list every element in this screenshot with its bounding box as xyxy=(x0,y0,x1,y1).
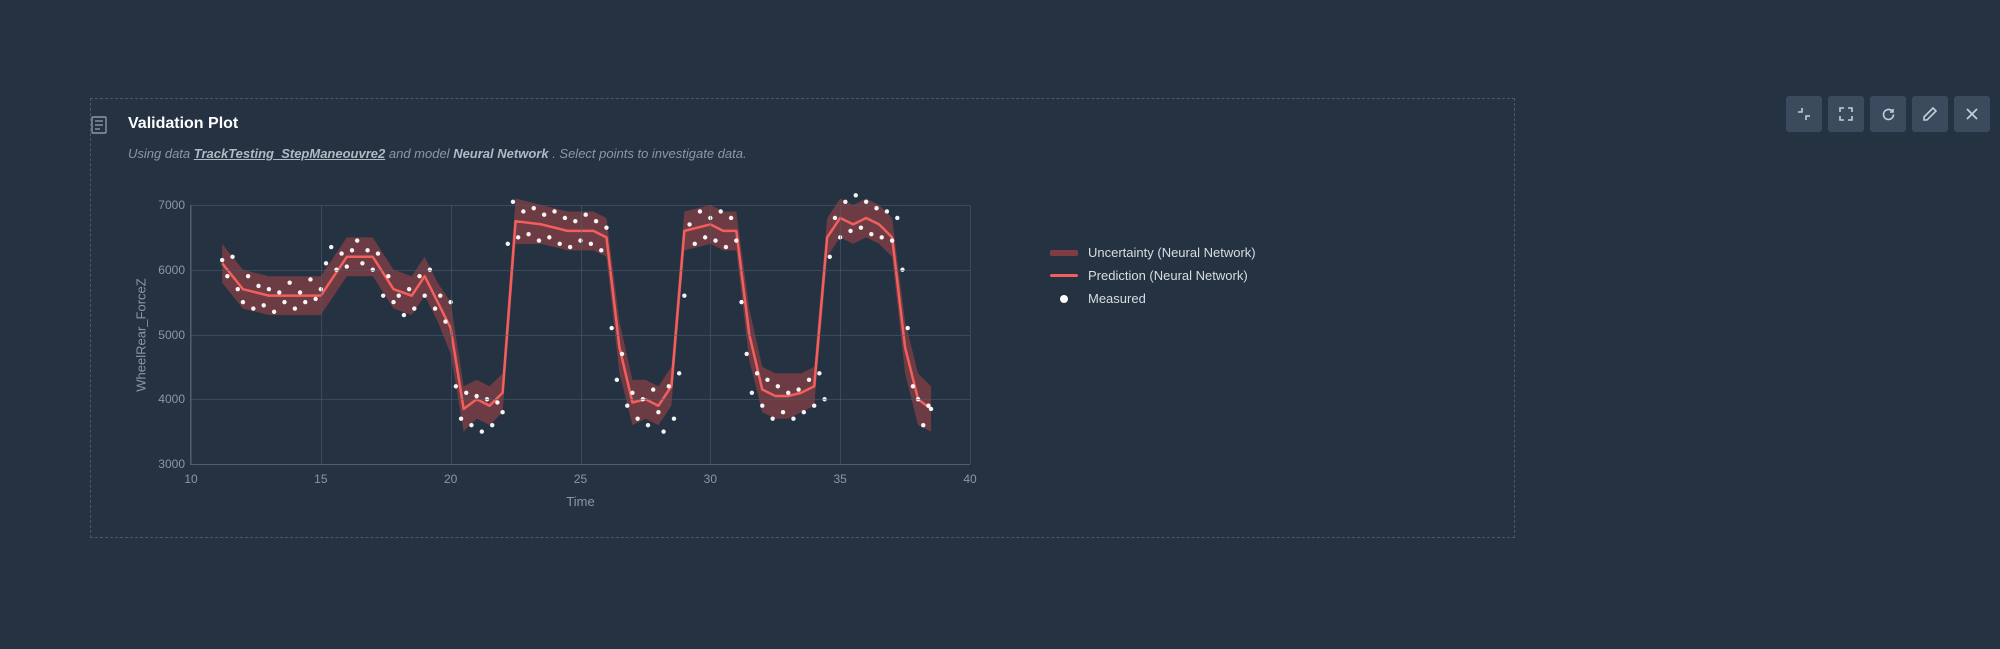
legend-prediction-label: Prediction (Neural Network) xyxy=(1088,268,1248,283)
swatch-line-icon xyxy=(1050,274,1078,277)
y-tick: 4000 xyxy=(158,392,185,406)
x-axis-label: Time xyxy=(566,494,594,509)
x-tick: 10 xyxy=(184,472,197,486)
refresh-button[interactable] xyxy=(1870,96,1906,132)
swatch-band-icon xyxy=(1050,250,1078,256)
y-axis-label: WheelRear_ForceZ xyxy=(134,278,149,391)
plot-area[interactable]: WheelRear_ForceZ Time 300040005000600070… xyxy=(190,205,970,465)
x-tick: 15 xyxy=(314,472,327,486)
shrink-button[interactable] xyxy=(1786,96,1822,132)
panel-toolbar xyxy=(1786,96,1990,132)
legend: Uncertainty (Neural Network) Prediction … xyxy=(1050,245,1256,306)
expand-button[interactable] xyxy=(1828,96,1864,132)
legend-uncertainty-label: Uncertainty (Neural Network) xyxy=(1088,245,1256,260)
legend-prediction: Prediction (Neural Network) xyxy=(1050,268,1256,283)
y-tick: 6000 xyxy=(158,263,185,277)
chart-svg xyxy=(191,205,491,355)
x-tick: 30 xyxy=(704,472,717,486)
chart[interactable]: WheelRear_ForceZ Time 3000 4000 5000 6000 70… xyxy=(130,175,1010,525)
y-tick: 3000 xyxy=(158,457,185,471)
swatch-dot-icon xyxy=(1060,295,1068,303)
x-tick: 20 xyxy=(444,472,457,486)
y-tick: 7000 xyxy=(158,198,185,212)
close-button[interactable] xyxy=(1954,96,1990,132)
x-tick: 40 xyxy=(963,472,976,486)
legend-uncertainty: Uncertainty (Neural Network) xyxy=(1050,245,1256,260)
x-tick: 35 xyxy=(833,472,846,486)
legend-measured-label: Measured xyxy=(1088,291,1146,306)
y-tick: 5000 xyxy=(158,328,185,342)
x-tick: 25 xyxy=(574,472,587,486)
edit-button[interactable] xyxy=(1912,96,1948,132)
legend-measured: Measured xyxy=(1050,291,1256,306)
